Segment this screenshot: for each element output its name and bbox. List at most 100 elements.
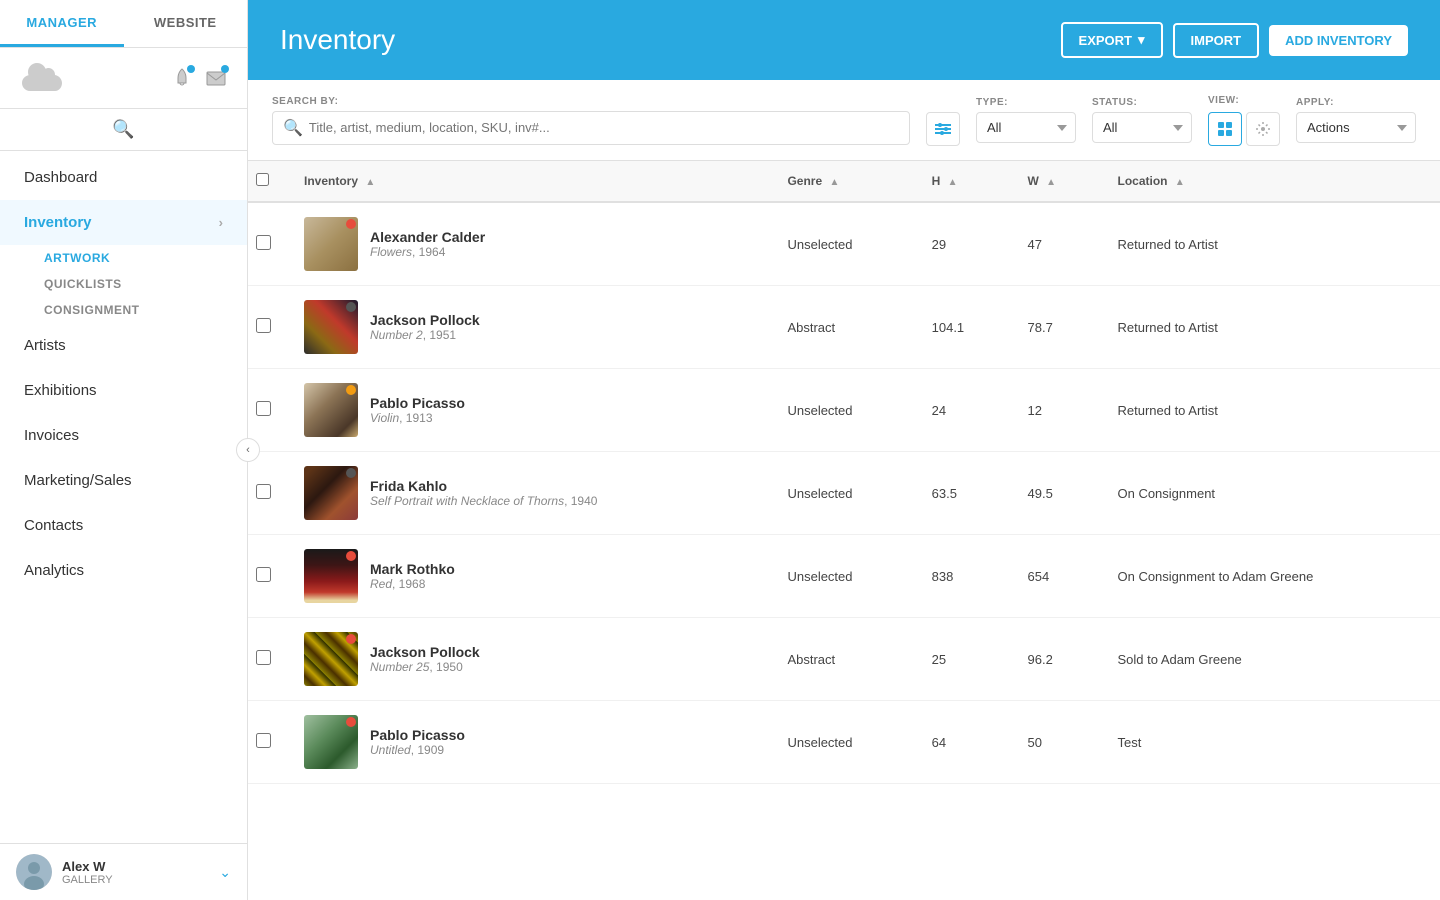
grid-view-button[interactable] bbox=[1208, 112, 1242, 146]
tab-website[interactable]: WEBSITE bbox=[124, 0, 248, 47]
row-checkbox-cell[interactable] bbox=[248, 286, 288, 369]
select-all-checkbox[interactable] bbox=[256, 173, 269, 186]
artwork-info: Pablo Picasso Violin, 1913 bbox=[370, 395, 465, 425]
h-col-header[interactable]: H ▲ bbox=[916, 161, 1012, 202]
apply-group: APPLY: Actions bbox=[1296, 97, 1416, 143]
artwork-title: Flowers, 1964 bbox=[370, 245, 485, 259]
artwork-artist[interactable]: Pablo Picasso bbox=[370, 395, 465, 411]
cloud-icon[interactable] bbox=[20, 60, 64, 96]
bell-icon[interactable] bbox=[171, 67, 193, 89]
row-checkbox[interactable] bbox=[256, 318, 271, 333]
sidebar-item-artists[interactable]: Artists bbox=[0, 323, 247, 368]
row-checkbox[interactable] bbox=[256, 484, 271, 499]
artwork-thumbnail[interactable] bbox=[304, 549, 358, 603]
add-inventory-button[interactable]: ADD INVENTORY bbox=[1269, 25, 1408, 56]
artwork-info: Mark Rothko Red, 1968 bbox=[370, 561, 455, 591]
sidebar-item-marketing[interactable]: Marketing/Sales bbox=[0, 458, 247, 503]
artwork-thumbnail[interactable] bbox=[304, 466, 358, 520]
row-checkbox[interactable] bbox=[256, 401, 271, 416]
sidebar-item-dashboard[interactable]: Dashboard bbox=[0, 155, 247, 200]
status-select[interactable]: All bbox=[1092, 112, 1192, 143]
row-checkbox[interactable] bbox=[256, 567, 271, 582]
artwork-artist[interactable]: Jackson Pollock bbox=[370, 312, 480, 328]
status-filter-group: STATUS: All bbox=[1092, 97, 1192, 143]
artwork-cell-1: Jackson Pollock Number 2, 1951 bbox=[288, 286, 771, 369]
chevron-right-icon: › bbox=[219, 215, 223, 230]
settings-view-button[interactable] bbox=[1246, 112, 1280, 146]
location-cell: On Consignment bbox=[1101, 452, 1440, 535]
artwork-title: Untitled, 1909 bbox=[370, 743, 465, 757]
row-checkbox[interactable] bbox=[256, 235, 271, 250]
inventory-col-header[interactable]: Inventory ▲ bbox=[288, 161, 771, 202]
user-footer[interactable]: Alex W GALLERY ⌄ bbox=[0, 843, 247, 900]
sidebar-item-inventory[interactable]: Inventory › bbox=[0, 200, 247, 245]
search-input[interactable] bbox=[309, 120, 899, 135]
artwork-thumbnail[interactable] bbox=[304, 217, 358, 271]
sidebar-item-exhibitions[interactable]: Exhibitions bbox=[0, 368, 247, 413]
artwork-artist[interactable]: Alexander Calder bbox=[370, 229, 485, 245]
artwork-info: Pablo Picasso Untitled, 1909 bbox=[370, 727, 465, 757]
h-cell: 64 bbox=[916, 701, 1012, 784]
sidebar-item-analytics[interactable]: Analytics bbox=[0, 548, 247, 593]
status-dot bbox=[346, 385, 356, 395]
row-checkbox[interactable] bbox=[256, 733, 271, 748]
artwork-info: Jackson Pollock Number 2, 1951 bbox=[370, 312, 480, 342]
export-button[interactable]: EXPORT ▾ bbox=[1061, 22, 1163, 58]
sidebar-nav: Dashboard Inventory › ARTWORK QUICKLISTS… bbox=[0, 151, 247, 843]
row-checkbox-cell[interactable] bbox=[248, 452, 288, 535]
location-cell: Returned to Artist bbox=[1101, 369, 1440, 452]
artwork-info: Frida Kahlo Self Portrait with Necklace … bbox=[370, 478, 597, 508]
artwork-artist[interactable]: Mark Rothko bbox=[370, 561, 455, 577]
artwork-artist[interactable]: Jackson Pollock bbox=[370, 644, 480, 660]
mail-icon[interactable] bbox=[205, 67, 227, 89]
sidebar-collapse-button[interactable]: ‹ bbox=[236, 438, 260, 462]
artwork-thumbnail[interactable] bbox=[304, 632, 358, 686]
row-checkbox-cell[interactable] bbox=[248, 202, 288, 286]
table-row: Jackson Pollock Number 2, 1951 Abstract … bbox=[248, 286, 1440, 369]
row-checkbox-cell[interactable] bbox=[248, 618, 288, 701]
artwork-cell-3: Frida Kahlo Self Portrait with Necklace … bbox=[288, 452, 771, 535]
view-group: VIEW: bbox=[1208, 95, 1280, 146]
genre-col-header[interactable]: Genre ▲ bbox=[771, 161, 915, 202]
sidebar-tabs: MANAGER WEBSITE bbox=[0, 0, 247, 48]
h-cell: 63.5 bbox=[916, 452, 1012, 535]
artwork-thumbnail[interactable] bbox=[304, 715, 358, 769]
dropdown-chevron-icon: ▾ bbox=[1138, 32, 1145, 48]
h-cell: 838 bbox=[916, 535, 1012, 618]
sidebar-search-row: 🔍 bbox=[0, 109, 247, 151]
search-icon[interactable]: 🔍 bbox=[112, 119, 134, 140]
location-col-header[interactable]: Location ▲ bbox=[1101, 161, 1440, 202]
row-checkbox-cell[interactable] bbox=[248, 535, 288, 618]
w-cell: 47 bbox=[1012, 202, 1102, 286]
sidebar-icons-row bbox=[0, 48, 247, 109]
artwork-title: Self Portrait with Necklace of Thorns, 1… bbox=[370, 494, 597, 508]
sidebar-item-invoices[interactable]: Invoices bbox=[0, 413, 247, 458]
notification-dot bbox=[187, 65, 195, 73]
location-cell: Returned to Artist bbox=[1101, 286, 1440, 369]
table-header-row: Inventory ▲ Genre ▲ H ▲ W ▲ bbox=[248, 161, 1440, 202]
subnav-consignment[interactable]: CONSIGNMENT bbox=[44, 297, 247, 323]
table-row: Jackson Pollock Number 25, 1950 Abstract… bbox=[248, 618, 1440, 701]
artwork-artist[interactable]: Pablo Picasso bbox=[370, 727, 465, 743]
actions-select[interactable]: Actions bbox=[1296, 112, 1416, 143]
row-checkbox-cell[interactable] bbox=[248, 701, 288, 784]
row-checkbox[interactable] bbox=[256, 650, 271, 665]
import-button[interactable]: IMPORT bbox=[1173, 23, 1260, 58]
filter-options-button[interactable] bbox=[926, 112, 960, 146]
artwork-thumbnail[interactable] bbox=[304, 300, 358, 354]
w-cell: 96.2 bbox=[1012, 618, 1102, 701]
table-row: Pablo Picasso Untitled, 1909 Unselected … bbox=[248, 701, 1440, 784]
subnav-artwork[interactable]: ARTWORK bbox=[44, 245, 247, 271]
select-all-header[interactable] bbox=[248, 161, 288, 202]
filter-bar: SEARCH BY: 🔍 TYPE: All STATUS: bbox=[248, 80, 1440, 161]
sidebar-item-contacts[interactable]: Contacts bbox=[0, 503, 247, 548]
genre-cell: Unselected bbox=[771, 701, 915, 784]
artwork-info: Jackson Pollock Number 25, 1950 bbox=[370, 644, 480, 674]
w-cell: 654 bbox=[1012, 535, 1102, 618]
w-col-header[interactable]: W ▲ bbox=[1012, 161, 1102, 202]
type-select[interactable]: All bbox=[976, 112, 1076, 143]
artwork-artist[interactable]: Frida Kahlo bbox=[370, 478, 597, 494]
tab-manager[interactable]: MANAGER bbox=[0, 0, 124, 47]
subnav-quicklists[interactable]: QUICKLISTS bbox=[44, 271, 247, 297]
artwork-thumbnail[interactable] bbox=[304, 383, 358, 437]
